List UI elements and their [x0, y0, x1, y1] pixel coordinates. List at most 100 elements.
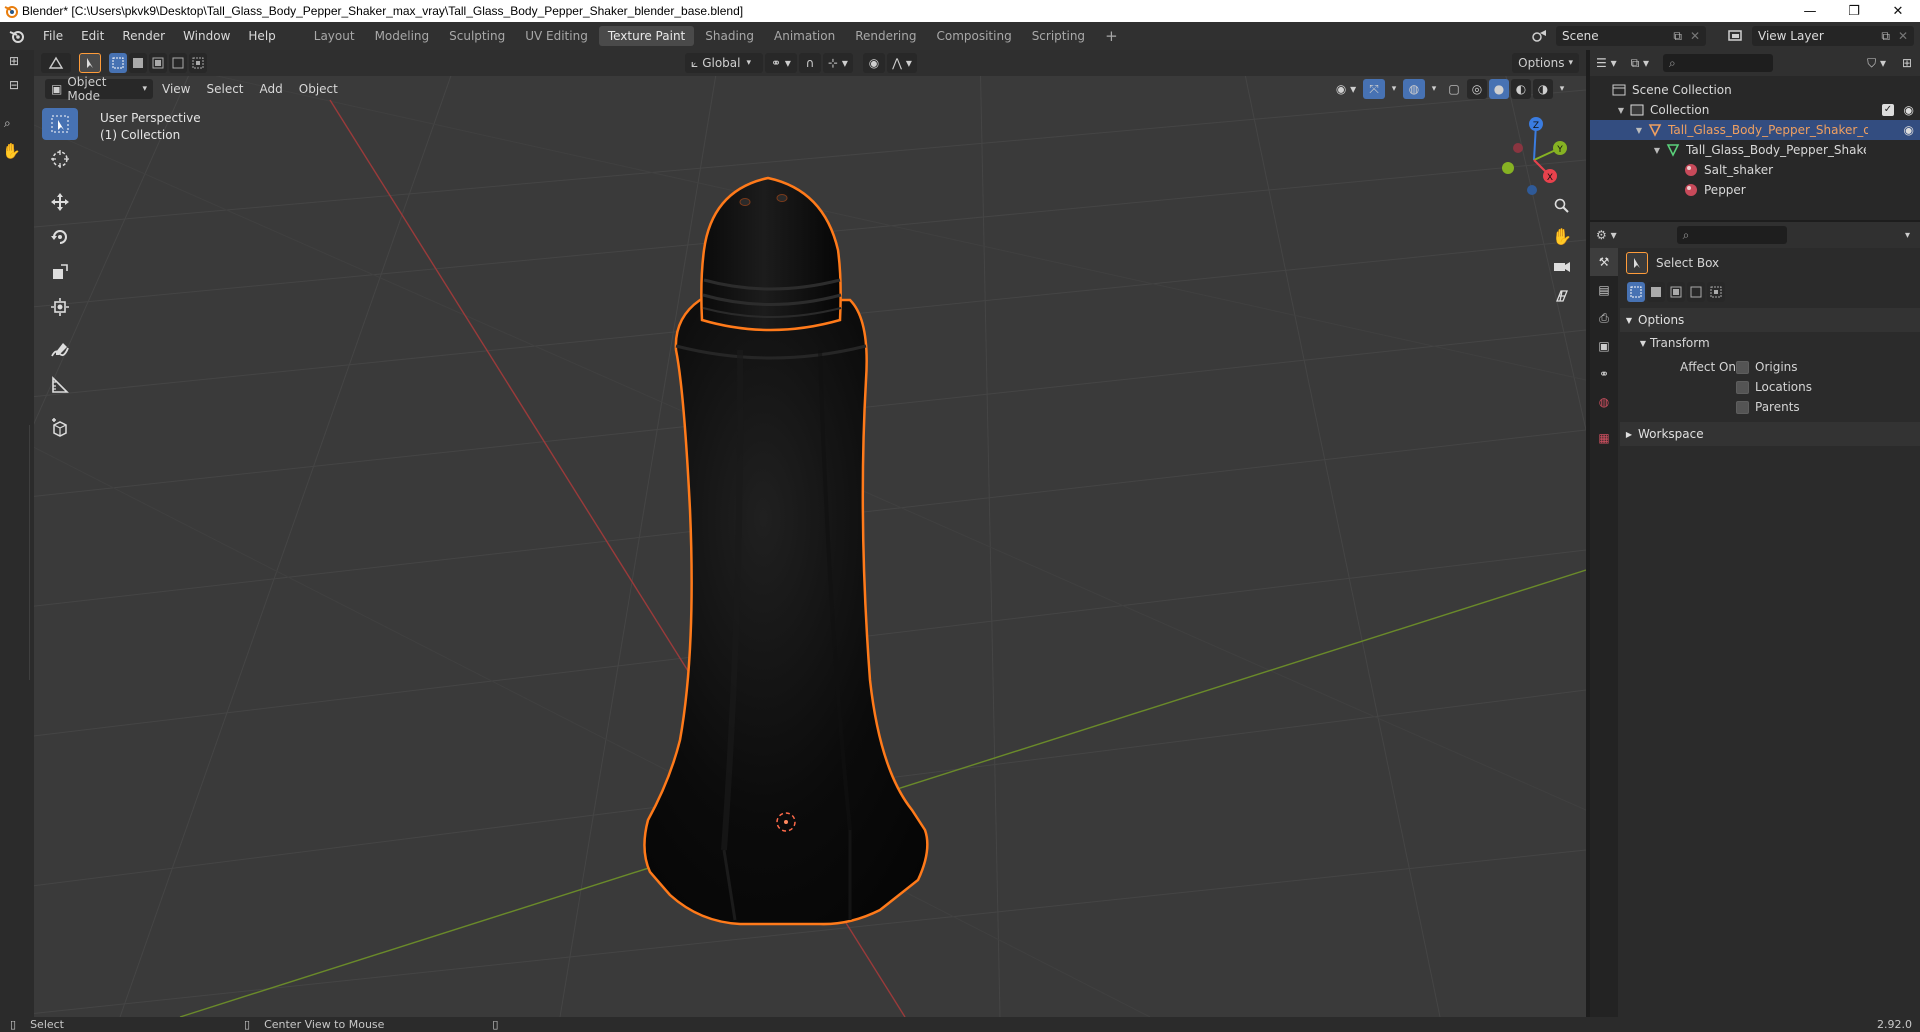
pivot-point-icon[interactable]: ⚭ ▾ — [765, 53, 797, 73]
overlay-toggle-icon[interactable]: ◍ — [1403, 79, 1425, 99]
tab-view-layer[interactable]: ▣ — [1590, 332, 1618, 360]
move-tool-icon[interactable] — [42, 186, 78, 218]
menu-object[interactable]: Object — [291, 82, 346, 96]
select-box-tool-icon[interactable] — [42, 108, 78, 140]
shading-rendered-icon[interactable]: ◑ — [1533, 79, 1553, 99]
properties-search-input[interactable]: ⌕ — [1676, 226, 1787, 244]
parents-checkbox-row[interactable]: Parents — [1736, 397, 1812, 417]
tree-row-material[interactable]: Pepper — [1590, 180, 1920, 200]
collection-visibility-icon[interactable]: ◉ — [1904, 103, 1914, 117]
overlay-dropdown-icon[interactable]: ▾ — [1427, 79, 1441, 99]
rotate-tool-icon[interactable] — [42, 221, 78, 253]
proportional-edit-icon[interactable]: ◉ — [863, 53, 885, 73]
tree-row-scene-collection[interactable]: Scene Collection — [1590, 80, 1920, 100]
tab-texture-paint[interactable]: Texture Paint — [598, 26, 695, 46]
mode-extend-icon[interactable] — [1647, 282, 1665, 302]
select-set-intersect-icon[interactable] — [189, 53, 207, 73]
transform-subsection-header[interactable]: ▼ Transform — [1620, 332, 1920, 354]
tool-header-icon[interactable]: ⊞ — [9, 54, 19, 68]
options-section-header[interactable]: ▼ Options — [1620, 308, 1920, 332]
snap-toggle-icon[interactable]: ∩ — [799, 53, 821, 73]
tab-uv-editing[interactable]: UV Editing — [516, 26, 597, 46]
zoom-region-icon[interactable]: ⌕ — [4, 116, 11, 131]
menu-edit[interactable]: Edit — [72, 22, 113, 50]
origins-checkbox[interactable] — [1736, 360, 1749, 374]
outliner-display-mode-icon[interactable]: ⧉ ▾ — [1631, 56, 1649, 71]
mode-invert-icon[interactable] — [1687, 282, 1705, 302]
object-mode-dropdown[interactable]: ▣ Object Mode ▾ — [45, 75, 153, 103]
origins-checkbox-row[interactable]: Origins — [1736, 357, 1812, 377]
tab-world[interactable]: ◍ — [1590, 388, 1618, 416]
tree-row-object[interactable]: ▼ Tall_Glass_Body_Pepper_Shaker_obj_bas … — [1590, 120, 1920, 140]
select-set-invert-icon[interactable] — [169, 53, 187, 73]
expand-arrow-icon[interactable]: ▼ — [1614, 106, 1628, 115]
menu-file[interactable]: File — [34, 22, 72, 50]
tab-rendering[interactable]: Rendering — [846, 26, 925, 46]
tab-texture[interactable]: ▦ — [1590, 424, 1618, 452]
parents-checkbox[interactable] — [1736, 400, 1749, 414]
workspace-section-header[interactable]: ▶ Workspace — [1620, 422, 1920, 446]
shading-solid-icon[interactable]: ● — [1489, 79, 1509, 99]
locations-checkbox[interactable] — [1736, 380, 1749, 394]
filter-icon[interactable]: ⛉ ▾ — [1867, 56, 1886, 71]
expand-arrow-icon[interactable]: ▼ — [1632, 126, 1646, 135]
expand-arrow-icon[interactable]: ▼ — [1650, 146, 1664, 155]
mode-new-icon[interactable] — [1627, 282, 1645, 302]
close-button[interactable]: ✕ — [1876, 0, 1920, 22]
transform-tool-icon[interactable] — [42, 291, 78, 323]
select-mode-icon[interactable] — [79, 53, 101, 73]
mode-intersect-icon[interactable] — [1707, 282, 1725, 302]
pan-hand-icon[interactable]: ✋ — [1548, 222, 1576, 250]
toolbar-toggle-icon[interactable]: ⊟ — [9, 78, 19, 92]
tab-shading[interactable]: Shading — [696, 26, 763, 46]
view-layer-close-icon[interactable]: ✕ — [1898, 29, 1908, 43]
falloff-icon[interactable]: ⋀ ▾ — [887, 53, 917, 73]
collection-checkbox-icon[interactable]: ✓ — [1882, 104, 1894, 116]
outliner-search-input[interactable]: ⌕ — [1663, 54, 1774, 72]
view-layer-selector[interactable]: View Layer ⧉ ✕ — [1752, 26, 1914, 46]
tab-tool[interactable]: ⚒ — [1590, 248, 1618, 276]
options-dropdown[interactable]: Options ▾ — [1512, 53, 1579, 73]
select-set-extend-icon[interactable] — [129, 53, 147, 73]
annotate-tool-icon[interactable] — [42, 334, 78, 366]
locations-checkbox-row[interactable]: Locations — [1736, 377, 1812, 397]
add-workspace-button[interactable]: + — [1096, 26, 1127, 46]
editor-type-icon[interactable] — [41, 53, 71, 73]
properties-editor-type-icon[interactable]: ⚙ ▾ — [1596, 228, 1617, 242]
new-collection-icon[interactable]: ⊞ — [1902, 56, 1912, 70]
view-layer-icon[interactable] — [1722, 27, 1750, 45]
snap-target-icon[interactable]: ⊹ ▾ — [823, 53, 853, 73]
gizmo-toggle-icon[interactable]: ⤧ — [1363, 79, 1385, 99]
xray-toggle-icon[interactable]: ▢ — [1443, 79, 1465, 99]
tab-output[interactable]: ⎙ — [1590, 304, 1618, 332]
menu-view[interactable]: View — [154, 82, 198, 96]
scene-close-icon[interactable]: ✕ — [1690, 29, 1700, 43]
properties-options-chevron-icon[interactable]: ▾ — [1905, 230, 1910, 241]
tab-layout[interactable]: Layout — [305, 26, 364, 46]
menu-add[interactable]: Add — [252, 82, 291, 96]
tab-compositing[interactable]: Compositing — [927, 26, 1020, 46]
blender-menu-icon[interactable] — [0, 28, 34, 44]
menu-select[interactable]: Select — [198, 82, 251, 96]
scene-selector[interactable]: Scene ⧉ ✕ — [1556, 26, 1706, 46]
tab-animation[interactable]: Animation — [765, 26, 844, 46]
select-set-subtract-icon[interactable] — [149, 53, 167, 73]
shading-dropdown-icon[interactable]: ▾ — [1555, 79, 1569, 99]
outliner-editor-type-icon[interactable]: ☰ ▾ — [1596, 56, 1617, 70]
restore-button[interactable]: ❐ — [1832, 0, 1876, 22]
shading-wireframe-icon[interactable]: ◎ — [1467, 79, 1487, 99]
scene-browse-icon[interactable]: ⧉ — [1673, 29, 1682, 44]
tab-modeling[interactable]: Modeling — [366, 26, 439, 46]
minimize-button[interactable]: — — [1788, 0, 1832, 22]
tree-row-material[interactable]: Salt_shaker — [1590, 160, 1920, 180]
tree-row-mesh-data[interactable]: ▼ Tall_Glass_Body_Pepper_Shaker_obj — [1590, 140, 1920, 160]
cursor-tool-icon[interactable] — [42, 143, 78, 175]
transform-orientation-dropdown[interactable]: ⟀ Global ▾ — [685, 53, 763, 73]
shading-material-icon[interactable]: ◐ — [1511, 79, 1531, 99]
tab-sculpting[interactable]: Sculpting — [440, 26, 514, 46]
hand-tool-icon[interactable]: ✋ — [2, 142, 21, 160]
view-layer-browse-icon[interactable]: ⧉ — [1881, 29, 1890, 44]
3d-viewport[interactable]: ⟀ Global ▾ ⚭ ▾ ∩ ⊹ ▾ ◉ ⋀ ▾ Options ▾ ▣ O… — [0, 50, 1586, 1017]
menu-window[interactable]: Window — [174, 22, 239, 50]
menu-help[interactable]: Help — [239, 22, 284, 50]
